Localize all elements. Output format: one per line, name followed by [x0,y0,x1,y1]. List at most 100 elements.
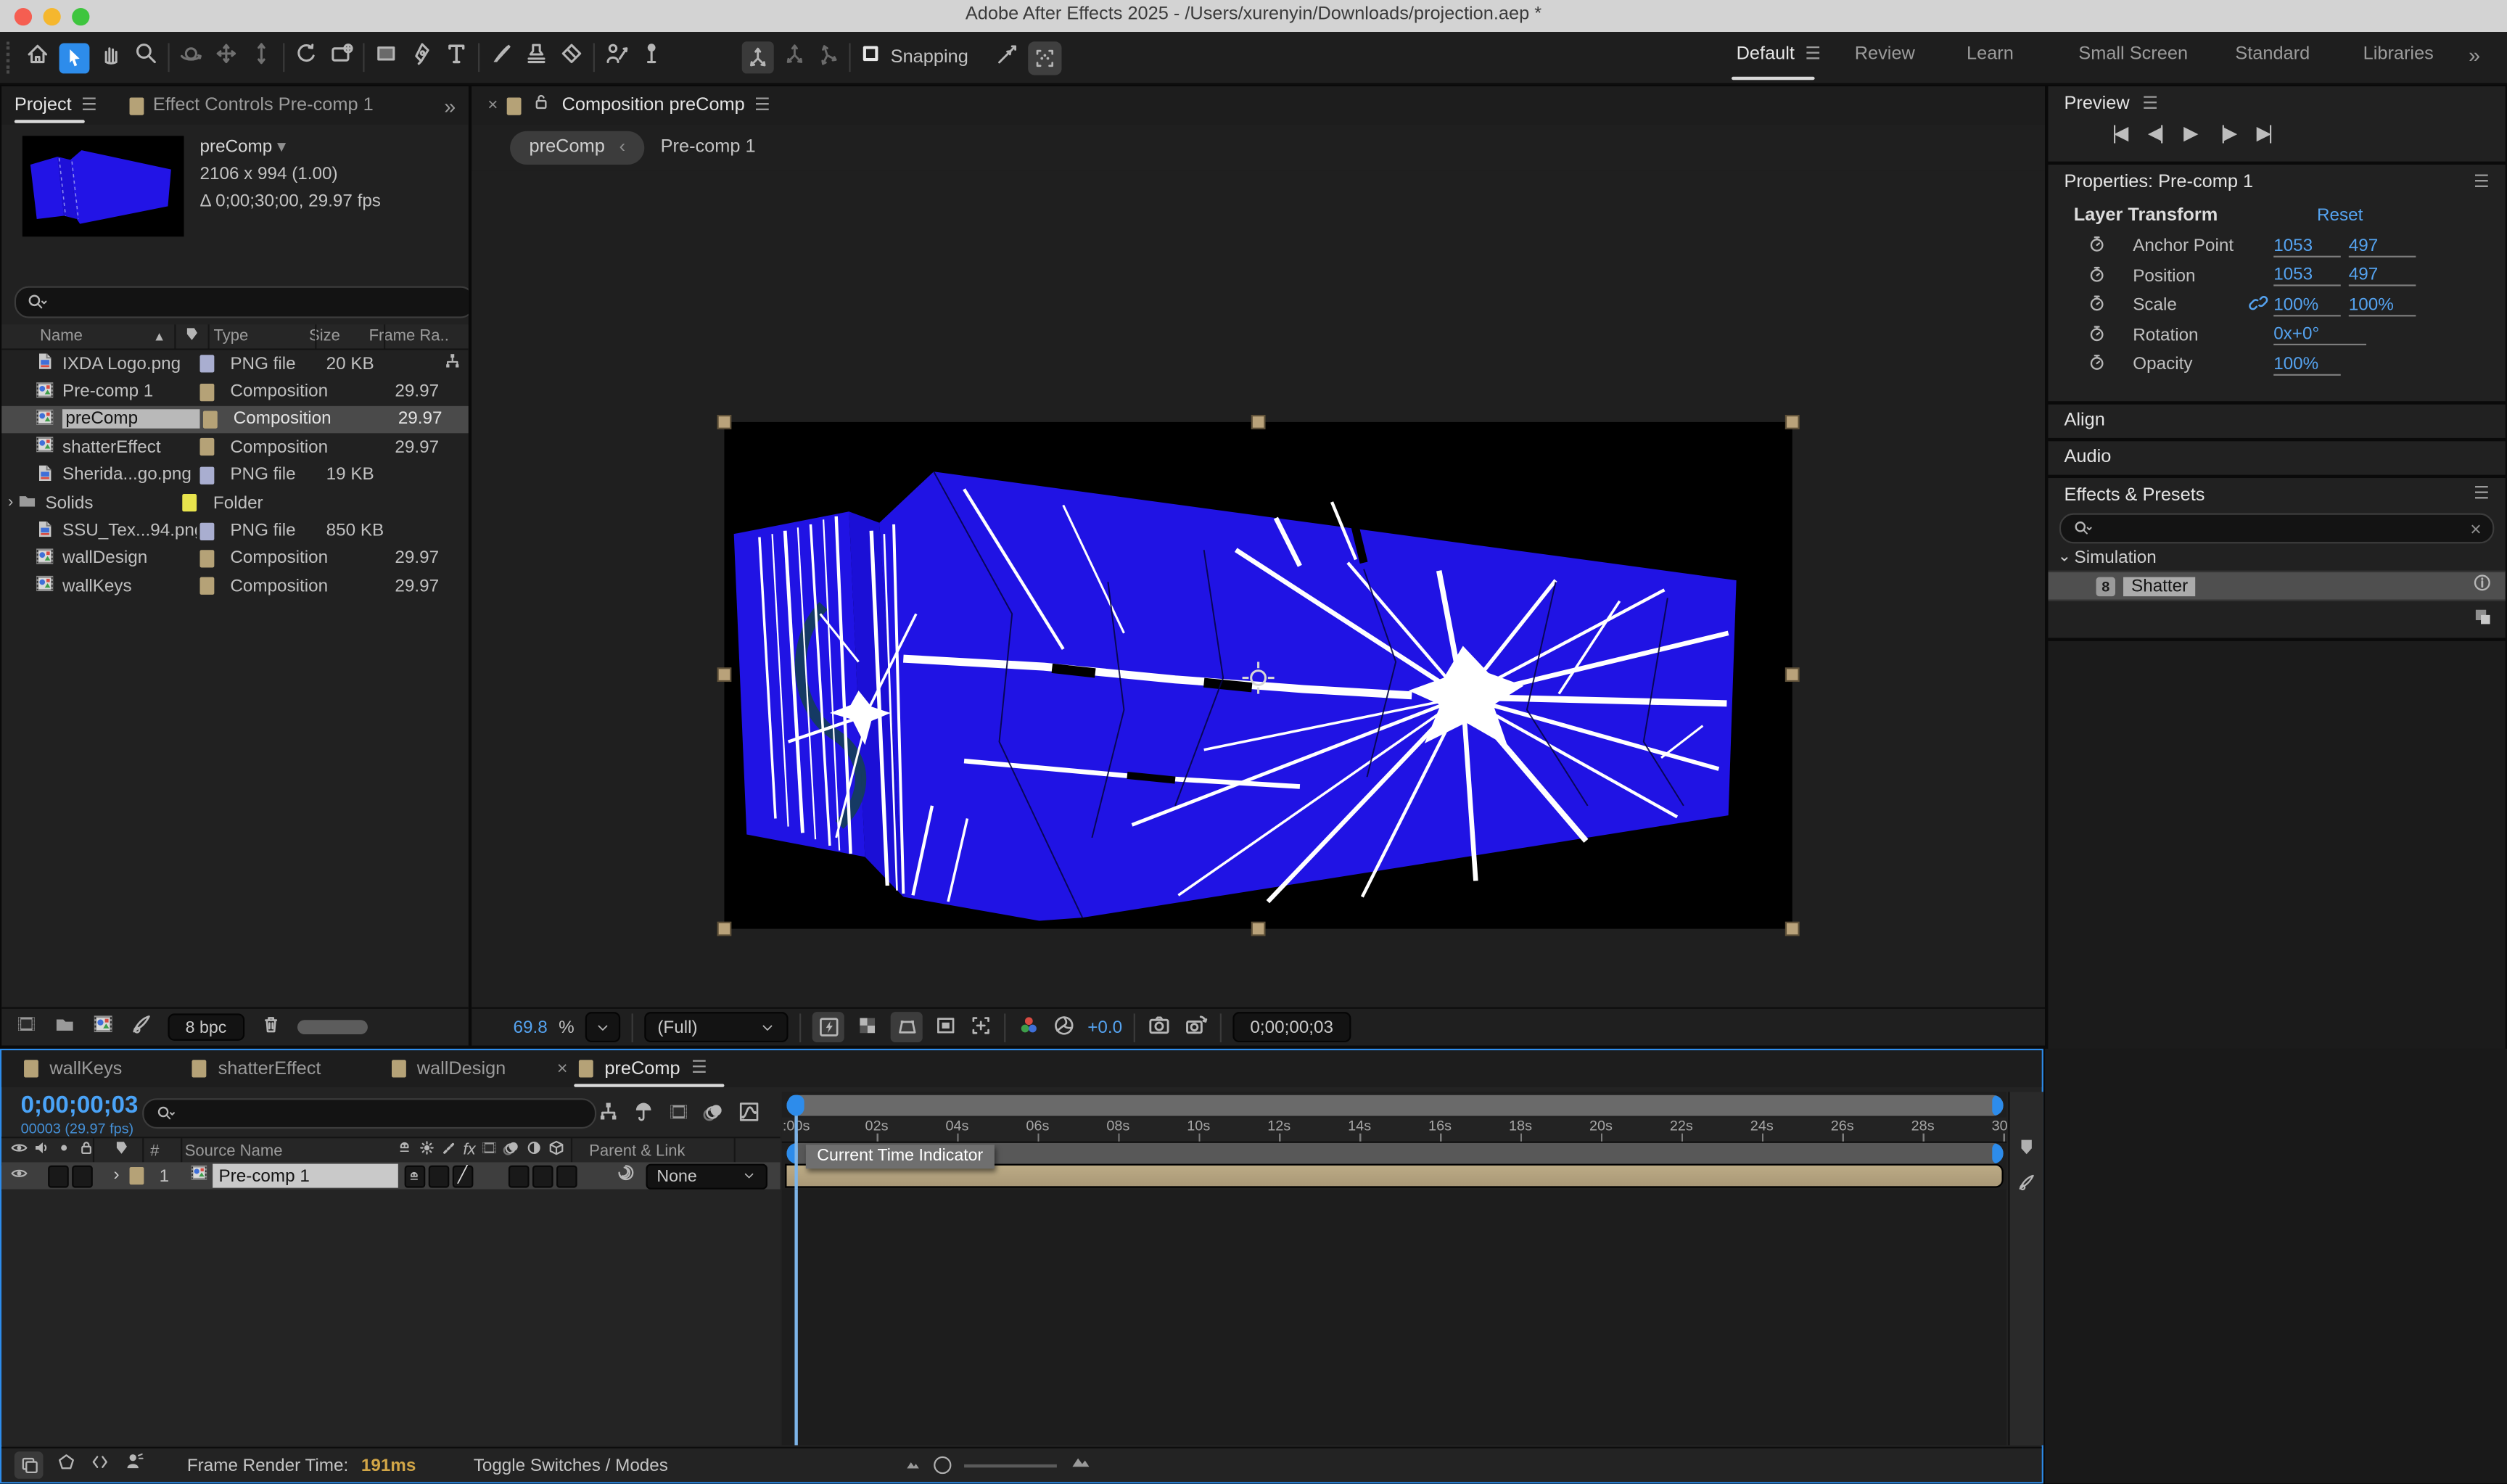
layer-shy-toggle[interactable] [404,1165,425,1187]
breadcrumb-current-button[interactable]: preComp‹ [510,131,644,164]
in-out-columns-icon[interactable] [89,1451,110,1480]
stopwatch-icon[interactable] [2086,293,2107,318]
opacity-value[interactable]: 100% [2273,355,2341,376]
draft-3d-icon[interactable] [632,1100,656,1131]
timeline-graph-area[interactable]: :00s02s04s06s08s10s12s14s16s18s20s22s24s… [782,1092,2006,1445]
preview-panel-title[interactable]: Preview [2064,94,2129,113]
layer-source-name[interactable]: Pre-comp 1 [213,1164,398,1188]
effects-group-simulation[interactable]: Simulation [2075,548,2157,567]
stopwatch-icon[interactable] [2086,234,2107,259]
frame-blending-icon[interactable] [667,1100,691,1131]
position-x-value[interactable]: 1053 [2273,265,2341,287]
properties-panel-menu-icon[interactable]: ☰ [2474,173,2490,191]
show-channel-icon[interactable] [1017,1013,1041,1042]
local-axis-mode[interactable] [742,41,774,73]
snapping-checkbox[interactable] [859,41,883,73]
pan-behind-tool[interactable] [328,40,355,75]
show-snapshot-icon[interactable] [1183,1012,1209,1042]
exposure-value[interactable]: +0.0 [1087,1018,1122,1036]
project-row-precomp-selected[interactable]: preComp Composition 29.97 [1,405,469,433]
layer-visibility-toggle[interactable] [9,1161,28,1190]
puppet-pin-tool[interactable] [638,40,664,75]
timeline-zoom-slider-knob[interactable] [934,1456,951,1474]
workspace-tab-review[interactable]: Review [1855,45,1915,64]
project-row-ixda-logo[interactable]: IXDA Logo.png PNG file 20 KB [1,350,469,378]
rotation-value[interactable]: 0x+0° [2273,325,2366,346]
dolly-camera-tool[interactable] [248,40,275,75]
parent-pick-whip-icon[interactable] [615,1161,636,1190]
timeline-tab-close-icon[interactable]: × [557,1059,568,1078]
clone-stamp-tool[interactable] [523,40,550,75]
next-frame-button[interactable]: |▶ [2220,122,2234,144]
effect-item-shatter[interactable]: 8 Shatter [2048,571,2505,601]
tab-composition-precomp[interactable]: Composition preComp [562,96,745,115]
timeline-tab-wallkeys[interactable]: wallKeys [49,1059,122,1078]
pan-camera-tool[interactable] [213,40,239,75]
mask-visibility-status-icon[interactable] [56,1451,77,1480]
last-frame-button[interactable]: ▶| [2257,122,2270,144]
comp-marker-bin-icon[interactable] [2016,1137,2037,1166]
view-layout-icon[interactable] [969,1013,993,1042]
first-frame-button[interactable]: |◀ [2112,122,2125,144]
effects-search-input[interactable]: × [2059,514,2495,544]
timeline-panel-menu-icon[interactable]: ☰ [691,1060,707,1077]
project-search-input[interactable] [15,287,469,318]
zoom-out-mountain-icon[interactable] [905,1451,921,1480]
anchor-y-value[interactable]: 497 [2349,236,2416,257]
transparency-grid-icon[interactable] [856,1013,880,1042]
breadcrumb-parent[interactable]: Pre-comp 1 [661,138,756,157]
project-panel-menu-icon[interactable]: ☰ [81,96,97,114]
stopwatch-icon[interactable] [2086,352,2107,377]
layer-expand-chevron[interactable]: › [113,1167,119,1184]
footer-slider[interactable] [297,1020,367,1034]
color-management-icon[interactable] [1053,1013,1077,1042]
layer-transform-section[interactable]: Layer Transform [2074,206,2218,225]
project-table-header[interactable]: Name ▲ Type Size Frame Ra.. [1,324,469,350]
shy-layers-status-icon[interactable] [123,1450,146,1480]
workspace-tab-default[interactable]: Default [1737,45,1795,64]
composition-panel-menu-icon[interactable]: ☰ [754,96,770,114]
region-of-interest-button[interactable] [891,1012,923,1042]
project-row-wallkeys[interactable]: wallKeys Composition 29.97 [1,572,469,600]
snap-to-features-icon[interactable] [994,41,1019,74]
workspace-menu-icon[interactable]: ☰ [1805,46,1821,64]
project-row-pre-comp-1[interactable]: Pre-comp 1 Composition 29.97 [1,378,469,405]
orbit-camera-tool[interactable] [178,40,205,75]
layer-label-chip[interactable] [129,1167,144,1184]
interpret-footage-icon[interactable] [15,1011,38,1043]
link-scale-icon[interactable] [2248,293,2273,318]
take-snapshot-icon[interactable] [1146,1012,1172,1042]
layer-audio-toggle[interactable] [48,1165,69,1187]
project-row-shattereffect[interactable]: shatterEffect Composition 29.97 [1,434,469,461]
scale-y-value[interactable]: 100% [2349,295,2416,316]
stopwatch-icon[interactable] [2086,323,2107,348]
effects-panel-menu-icon[interactable]: ☰ [2474,486,2490,503]
unlock-icon[interactable] [532,91,553,120]
effects-presets-title[interactable]: Effects & Presets [2064,485,2205,504]
tab-project[interactable]: Project [15,96,72,115]
trash-icon[interactable] [258,1011,282,1043]
parent-link-column-header[interactable]: Parent & Link [589,1142,685,1160]
project-row-solids[interactable]: › Solids Folder [1,489,469,516]
clear-search-icon[interactable]: × [2470,517,2481,540]
project-row-ssu-texture[interactable]: SSU_Tex...94.png PNG file 850 KB [1,517,469,545]
type-tool[interactable] [443,40,470,75]
timeline-tab-precomp[interactable]: preComp [604,1059,680,1078]
align-panel-title[interactable]: Align [2064,405,2104,438]
stopwatch-icon[interactable] [2086,263,2107,289]
layer-motion-blur-toggle[interactable] [532,1165,553,1187]
play-button[interactable]: ▶ [2183,122,2198,144]
motion-blur-icon[interactable] [702,1100,726,1131]
composition-tab-close-icon[interactable]: × [487,96,498,115]
home-icon[interactable] [24,40,51,75]
timeline-tab-walldesign[interactable]: wallDesign [417,1059,506,1078]
current-time-indicator-line-lower[interactable] [794,1190,796,1446]
effect-name[interactable]: Shatter [2123,577,2196,595]
position-y-value[interactable]: 497 [2349,265,2416,287]
project-quill-icon[interactable] [130,1011,154,1043]
comp-button-quill-icon[interactable] [2016,1172,2037,1201]
anchor-x-value[interactable]: 1053 [2273,236,2341,257]
layer-quality-toggle[interactable]: ╱ [452,1165,473,1187]
timeline-tab-shattereffect[interactable]: shatterEffect [218,1059,321,1078]
audio-panel-title[interactable]: Audio [2064,441,2111,474]
